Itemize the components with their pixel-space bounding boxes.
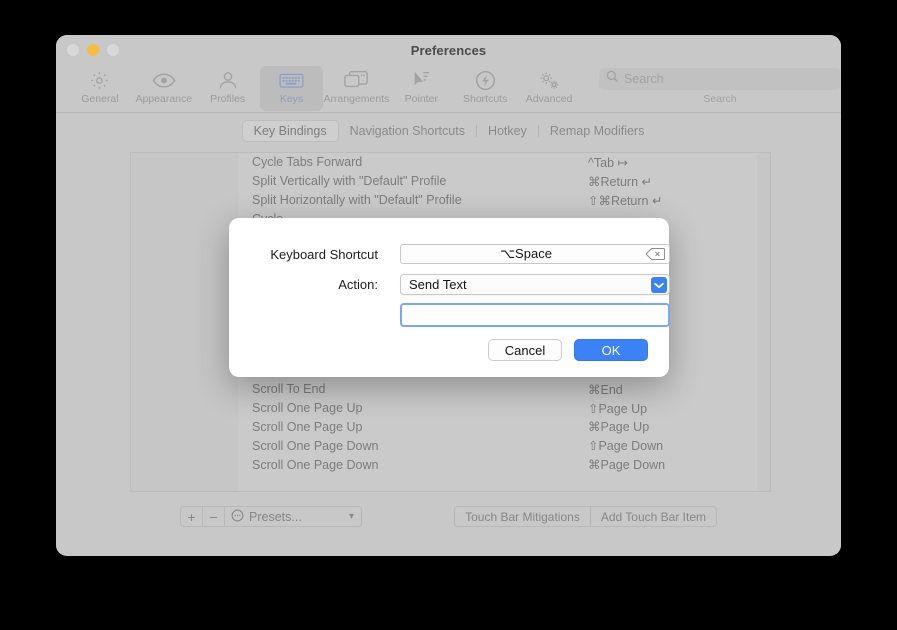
toolbar-item-label: Profiles: [210, 93, 245, 105]
toolbar-item-label: Appearance: [135, 93, 192, 105]
keyboard-icon: [279, 69, 304, 91]
toolbar-item-label: Keys: [280, 93, 303, 105]
toolbar-search-group: Search Search: [599, 68, 841, 105]
vertical-scrollbar[interactable]: [757, 153, 770, 492]
binding-keys: ^Tab ↦: [588, 155, 628, 170]
toolbar-item-pointer[interactable]: Pointer: [389, 66, 453, 111]
binding-action: Split Horizontally with "Default" Profil…: [252, 193, 462, 207]
binding-action: Scroll One Page Up: [252, 420, 362, 434]
toolbar-item-label: Advanced: [526, 93, 573, 105]
eye-icon: [152, 69, 176, 91]
preferences-bottom-bar: + − Presets... ▾ Touch: [56, 498, 841, 554]
toolbar-item-keys[interactable]: Keys: [260, 66, 324, 111]
table-row[interactable]: Split Vertically with "Default" Profile ⌘…: [238, 172, 771, 191]
binding-action: Cycle Tabs Forward: [252, 155, 362, 169]
presets-menu-icon: [231, 509, 244, 525]
touch-bar-group: Touch Bar Mitigations Add Touch Bar Item: [454, 506, 717, 527]
shortcut-label: Keyboard Shortcut: [253, 247, 378, 262]
screen: Preferences General: [0, 0, 897, 630]
table-row[interactable]: Split Horizontally with "Default" Profil…: [238, 191, 771, 210]
table-row[interactable]: Cycle Tabs Forward ^Tab ↦: [238, 153, 771, 172]
bolt-icon: [475, 69, 496, 91]
gear-icon: [89, 69, 110, 91]
send-text-input[interactable]: [400, 303, 670, 327]
tab-key-bindings[interactable]: Key Bindings: [242, 120, 339, 142]
toolbar-item-profiles[interactable]: Profiles: [196, 66, 260, 111]
binding-keys: ⇧Page Up: [588, 401, 647, 416]
action-label: Action:: [253, 277, 378, 292]
table-row[interactable]: Scroll One Page Up ⌘Page Up: [238, 417, 771, 436]
shortcut-value: ⌥Space: [500, 246, 552, 262]
presets-dropdown[interactable]: Presets... ▾: [225, 507, 361, 526]
segmented-control: Key Bindings Navigation Shortcuts Hotkey…: [242, 120, 656, 142]
search-placeholder: Search: [624, 72, 664, 86]
segmented-tabbar: Key Bindings Navigation Shortcuts Hotkey…: [56, 113, 841, 147]
table-row[interactable]: Scroll One Page Down ⌘Page Down: [238, 455, 771, 474]
toolbar-item-label: General: [81, 93, 118, 105]
cancel-button[interactable]: Cancel: [488, 339, 562, 361]
toolbar-item-advanced[interactable]: Advanced: [517, 66, 581, 111]
table-row[interactable]: Scroll One Page Down ⇧Page Down: [238, 436, 771, 455]
shortcut-input[interactable]: ⌥Space: [400, 244, 670, 264]
toolbar-item-arrangements[interactable]: Arrangements: [323, 66, 389, 111]
tab-hotkey[interactable]: Hotkey: [477, 120, 538, 142]
binding-action: Scroll One Page Down: [252, 439, 378, 453]
person-icon: [218, 69, 238, 91]
delete-backward-icon[interactable]: [645, 248, 665, 261]
toolbar-item-appearance[interactable]: Appearance: [132, 66, 196, 111]
presets-group: + − Presets... ▾: [180, 506, 362, 527]
binding-action: Scroll To End: [252, 382, 325, 396]
dialog-buttons: Cancel OK: [488, 339, 648, 361]
window-titlebar: Preferences: [56, 35, 841, 65]
tab-remap-modifiers[interactable]: Remap Modifiers: [539, 120, 655, 142]
windows-icon: [344, 69, 368, 91]
toolbar-item-label: Arrangements: [323, 93, 389, 105]
binding-keys: ⌘End: [588, 382, 623, 397]
binding-action: Split Vertically with "Default" Profile: [252, 174, 446, 188]
keyboard-shortcut-dialog: Keyboard Shortcut ⌥Space Action: Send Te…: [229, 218, 669, 377]
tab-navigation-shortcuts[interactable]: Navigation Shortcuts: [339, 120, 476, 142]
binding-action: Scroll One Page Up: [252, 401, 362, 415]
presets-label: Presets...: [249, 510, 302, 524]
touch-bar-mitigations-button[interactable]: Touch Bar Mitigations: [455, 507, 591, 526]
window-title: Preferences: [56, 43, 841, 58]
binding-keys: ⌘Page Up: [588, 419, 649, 434]
toolbar-item-label: Pointer: [405, 93, 438, 105]
toolbar-item-shortcuts[interactable]: Shortcuts: [453, 66, 517, 111]
search-field[interactable]: Search: [599, 68, 841, 90]
ok-button[interactable]: OK: [574, 339, 648, 361]
cursor-icon: [411, 69, 431, 91]
shortcut-field-row: Keyboard Shortcut ⌥Space: [253, 244, 670, 264]
search-caption: Search: [703, 93, 736, 105]
binding-keys: ⇧⌘Return ↵: [588, 193, 662, 208]
binding-keys: ⌘Page Down: [588, 457, 665, 472]
preferences-toolbar: General Appearance Pro: [56, 65, 841, 113]
action-value: Send Text: [409, 277, 467, 292]
binding-keys: ⇧Page Down: [588, 438, 663, 453]
toolbar-item-general[interactable]: General: [68, 66, 132, 111]
binding-keys: ⌘Return ↵: [588, 174, 652, 189]
action-field-row: Action: Send Text: [253, 274, 670, 295]
search-icon: [606, 70, 619, 88]
add-binding-button[interactable]: +: [181, 507, 203, 526]
table-row[interactable]: Scroll One Page Up ⇧Page Up: [238, 399, 771, 418]
remove-binding-button[interactable]: −: [203, 507, 225, 526]
action-popup-button[interactable]: Send Text: [400, 274, 670, 295]
binding-action: Scroll One Page Down: [252, 458, 378, 472]
chevron-down-icon: ▾: [349, 511, 354, 522]
toolbar-item-label: Shortcuts: [463, 93, 507, 105]
table-row[interactable]: Scroll To End ⌘End: [238, 380, 771, 399]
add-touch-bar-item-button[interactable]: Add Touch Bar Item: [591, 507, 716, 526]
chevron-down-icon: [651, 277, 667, 293]
gears-icon: [537, 69, 561, 91]
